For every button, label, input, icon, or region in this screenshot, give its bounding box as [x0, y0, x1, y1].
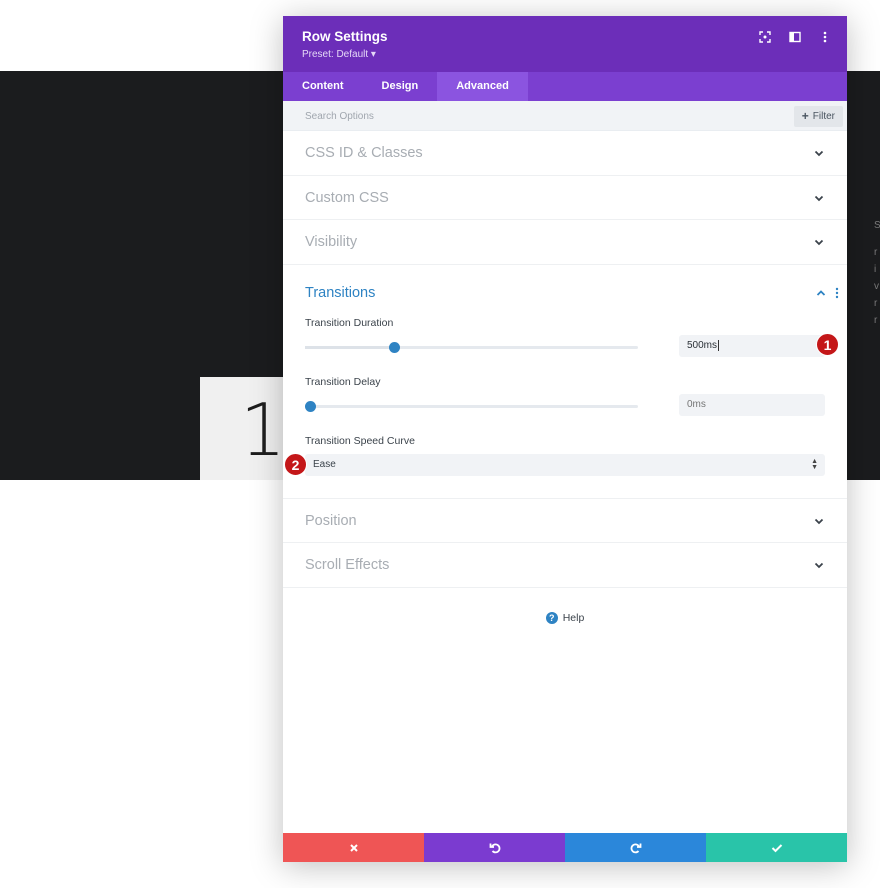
tab-content[interactable]: Content	[283, 72, 363, 101]
more-options-icon[interactable]	[835, 287, 839, 299]
section-title: CSS ID & Classes	[305, 145, 423, 161]
transition-delay-slider[interactable]	[305, 400, 638, 412]
page-side-text: v	[874, 281, 879, 292]
transition-delay-input[interactable]	[679, 393, 825, 416]
transition-speed-curve-label: Transition Speed Curve	[305, 434, 415, 447]
plus-icon: +	[801, 109, 809, 123]
selected-value: Ease	[313, 458, 336, 470]
page-number: 1	[240, 388, 286, 472]
transition-speed-curve-select[interactable]: Ease ▲ ▼	[305, 453, 825, 476]
section-title: Custom CSS	[305, 189, 389, 206]
preset-selector[interactable]: Preset: Default ▾	[302, 49, 376, 60]
section-position[interactable]: Position	[283, 499, 847, 543]
section-title: Position	[305, 512, 357, 529]
chevron-down-icon	[814, 195, 824, 201]
chevron-down-icon	[814, 562, 824, 569]
section-transitions: Transitions Transition Duration 500ms Tr…	[283, 265, 847, 499]
page-side-text: r	[874, 298, 878, 309]
filter-button[interactable]: + Filter	[793, 106, 843, 127]
filter-label: Filter	[812, 111, 835, 122]
slider-handle[interactable]	[305, 400, 316, 412]
search-bar: + Filter	[283, 101, 847, 131]
chevron-down-icon	[814, 518, 824, 524]
page-side-text: r	[874, 315, 878, 326]
transition-duration-input[interactable]: 500ms	[679, 334, 825, 357]
settings-tabs: Content Design Advanced	[283, 72, 847, 101]
close-icon	[349, 843, 358, 852]
chevron-down-icon	[814, 150, 824, 157]
help-label: Help	[562, 612, 585, 624]
redo-icon	[630, 843, 641, 853]
help-icon: ?	[545, 612, 558, 624]
chevron-up-icon[interactable]	[815, 287, 827, 299]
more-options-icon[interactable]	[817, 29, 833, 45]
callout-badge-1: 1	[816, 332, 839, 356]
modal-footer	[283, 833, 847, 862]
section-scroll-effects[interactable]: Scroll Effects	[283, 543, 847, 588]
section-title: Visibility	[305, 234, 358, 250]
select-arrows-icon: ▲ ▼	[811, 457, 818, 471]
transition-delay-label: Transition Delay	[305, 375, 381, 388]
transition-duration-slider[interactable]	[305, 341, 638, 353]
tab-design[interactable]: Design	[363, 72, 438, 101]
slider-fill	[305, 345, 392, 349]
page-side-text: S	[874, 220, 880, 231]
cancel-button[interactable]	[283, 833, 424, 862]
section-visibility[interactable]: Visibility	[283, 220, 847, 265]
page-side-text: i	[874, 264, 877, 275]
save-button[interactable]	[706, 833, 847, 862]
slider-handle[interactable]	[388, 341, 400, 353]
redo-button[interactable]	[565, 833, 706, 862]
undo-icon	[489, 843, 500, 853]
page-side-text: r	[874, 247, 878, 258]
transitions-title[interactable]: Transitions	[305, 285, 375, 301]
tab-advanced[interactable]: Advanced	[437, 72, 528, 101]
help-link[interactable]: ? Help	[283, 612, 847, 624]
checkmark-icon	[771, 843, 782, 852]
modal-title: Row Settings	[302, 29, 388, 44]
transition-duration-label: Transition Duration	[305, 316, 394, 329]
callout-badge-2: 2	[284, 452, 307, 476]
transition-duration-value: 500ms	[687, 339, 718, 351]
split-view-icon[interactable]	[787, 29, 803, 45]
search-options-input[interactable]	[283, 101, 783, 131]
undo-button[interactable]	[424, 833, 565, 862]
modal-header[interactable]: Row Settings Preset: Default ▾	[283, 16, 847, 72]
row-settings-modal: Row Settings Preset: Default ▾ Content D…	[283, 16, 847, 862]
section-css-id-classes[interactable]: CSS ID & Classes	[283, 131, 847, 176]
fullscreen-icon[interactable]	[757, 29, 773, 45]
chevron-down-icon	[814, 239, 824, 246]
section-title: Scroll Effects	[305, 557, 390, 573]
section-custom-css[interactable]: Custom CSS	[283, 176, 847, 220]
